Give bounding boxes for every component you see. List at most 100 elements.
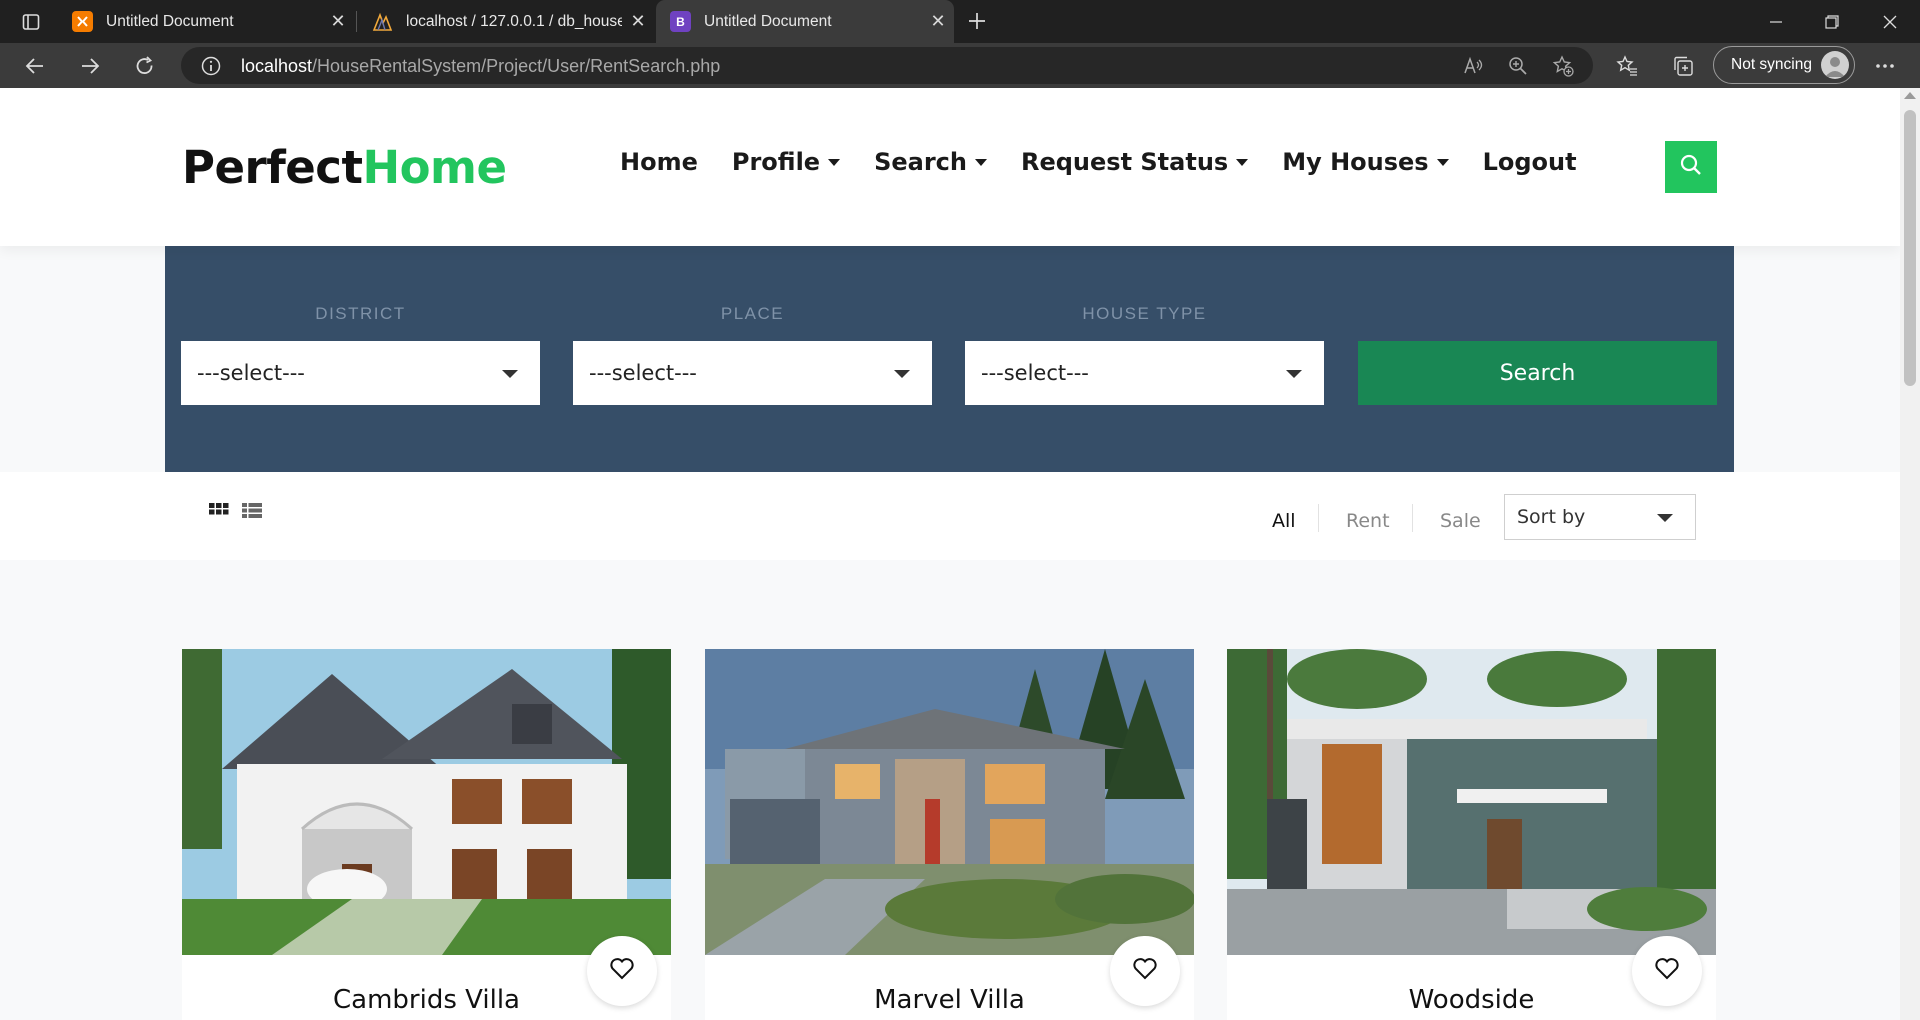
- chevron-down-icon: [828, 158, 841, 166]
- collections-icon[interactable]: [1668, 51, 1698, 81]
- nav-logout[interactable]: Logout: [1483, 148, 1577, 176]
- add-favorite-icon[interactable]: [1552, 55, 1574, 81]
- district-select[interactable]: ---select---: [181, 341, 540, 405]
- nav-home[interactable]: Home: [620, 148, 698, 176]
- property-name[interactable]: Woodside: [1227, 985, 1716, 1015]
- scrollbar-thumb[interactable]: [1904, 110, 1916, 386]
- nav-profile[interactable]: Profile: [731, 148, 841, 176]
- tab-title: Untitled Document: [704, 12, 832, 30]
- nav-my-houses[interactable]: My Houses: [1282, 148, 1449, 176]
- close-icon[interactable]: ✕: [622, 11, 654, 32]
- sync-label: Not syncing: [1731, 56, 1812, 73]
- restore-icon[interactable]: [1804, 0, 1860, 43]
- search-filter-panel: DISTRICT ---select--- PLACE ---select---…: [165, 246, 1734, 472]
- nav-request-status[interactable]: Request Status: [1020, 148, 1249, 176]
- new-tab-icon[interactable]: [962, 6, 992, 36]
- chevron-down-icon: [1286, 370, 1302, 378]
- read-aloud-icon[interactable]: [1463, 56, 1485, 80]
- divider: [1412, 504, 1413, 532]
- site-info-icon[interactable]: [201, 56, 221, 80]
- site-logo[interactable]: PerfectHome: [182, 141, 507, 194]
- logo-part-2: Home: [362, 141, 507, 194]
- chevron-down-icon: [894, 370, 910, 378]
- sort-by-select[interactable]: Sort by: [1504, 494, 1696, 540]
- url-host: localhost: [241, 56, 313, 76]
- window-close-icon[interactable]: [1862, 0, 1918, 43]
- header-search-button[interactable]: [1665, 141, 1717, 193]
- xampp-icon: [72, 11, 93, 32]
- heart-icon: [609, 957, 635, 985]
- web-page: PerfectHome Home Profile Search Request …: [0, 88, 1900, 1020]
- nav-home-label: Home: [620, 148, 698, 176]
- place-filter: PLACE: [573, 304, 932, 324]
- tab-actions-icon[interactable]: [16, 7, 46, 37]
- list-view-icon[interactable]: [242, 503, 262, 521]
- browser-tab-bar: Untitled Document ✕ localhost / 127.0.0.…: [0, 0, 1920, 43]
- nav-search[interactable]: Search: [874, 148, 987, 176]
- site-header: PerfectHome Home Profile Search Request …: [0, 88, 1900, 246]
- nav-logout-label: Logout: [1482, 148, 1577, 176]
- phpmyadmin-icon: [372, 11, 393, 32]
- property-photo: [1227, 649, 1716, 955]
- divider: [1318, 504, 1319, 532]
- nav-search-label: Search: [874, 148, 967, 176]
- browser-toolbar: localhost/HouseRentalSystem/Project/User…: [0, 43, 1920, 88]
- favorites-icon[interactable]: [1612, 51, 1642, 81]
- refresh-icon[interactable]: [130, 51, 160, 81]
- more-options-icon[interactable]: [1870, 51, 1900, 81]
- property-photo: [182, 649, 671, 955]
- property-card[interactable]: Marvel Villa: [705, 649, 1194, 1020]
- chevron-down-icon: [974, 158, 987, 166]
- filter-tab-sale[interactable]: Sale: [1440, 510, 1481, 532]
- bootstrap-icon: B: [670, 11, 691, 32]
- search-button[interactable]: Search: [1358, 341, 1717, 405]
- page-scrollbar[interactable]: [1900, 88, 1920, 1020]
- district-select-value: ---select---: [197, 361, 305, 385]
- property-card[interactable]: Woodside: [1227, 649, 1716, 1020]
- chevron-down-icon: [1657, 514, 1673, 522]
- zoom-icon[interactable]: [1508, 56, 1528, 80]
- place-select-value: ---select---: [589, 361, 697, 385]
- tab-title: localhost / 127.0.0.1 / db_housere: [406, 12, 622, 30]
- filter-tab-all[interactable]: All: [1272, 510, 1296, 532]
- profile-avatar-icon: [1821, 51, 1849, 79]
- district-label: DISTRICT: [315, 304, 406, 323]
- close-icon[interactable]: ✕: [322, 11, 354, 32]
- nav-my-houses-label: My Houses: [1282, 148, 1429, 176]
- grid-view-icon[interactable]: [209, 503, 229, 521]
- address-bar[interactable]: localhost/HouseRentalSystem/Project/User…: [181, 47, 1593, 84]
- heart-icon: [1132, 957, 1158, 985]
- sync-status-button[interactable]: Not syncing: [1713, 46, 1855, 84]
- logo-part-1: Perfect: [182, 141, 363, 194]
- house-type-label: HOUSE TYPE: [1082, 304, 1207, 323]
- scroll-up-icon[interactable]: [1904, 92, 1916, 99]
- chevron-down-icon: [1436, 158, 1449, 166]
- back-icon[interactable]: [20, 51, 50, 81]
- property-name[interactable]: Marvel Villa: [705, 985, 1194, 1015]
- place-label: PLACE: [720, 304, 785, 323]
- url-path: /HouseRentalSystem/Project/User/RentSear…: [312, 56, 721, 76]
- search-icon: [1679, 153, 1703, 181]
- listing-toolbar: All Rent Sale Sort by: [0, 472, 1900, 560]
- close-icon[interactable]: ✕: [922, 11, 954, 32]
- place-select[interactable]: ---select---: [573, 341, 932, 405]
- browser-tab-3[interactable]: B Untitled Document ✕: [656, 0, 954, 43]
- main-nav: Home Profile Search Request Status My Ho…: [620, 144, 1611, 180]
- browser-tab-2[interactable]: localhost / 127.0.0.1 / db_housere ✕: [358, 0, 654, 43]
- district-filter: DISTRICT: [181, 304, 540, 324]
- heart-icon: [1654, 957, 1680, 985]
- house-type-select[interactable]: ---select---: [965, 341, 1324, 405]
- chevron-down-icon: [502, 370, 518, 378]
- tab-title: Untitled Document: [106, 12, 234, 30]
- minimize-icon[interactable]: [1748, 0, 1804, 43]
- house-type-filter: HOUSE TYPE: [965, 304, 1324, 324]
- filter-tab-rent[interactable]: Rent: [1346, 510, 1390, 532]
- property-card[interactable]: Cambrids Villa: [182, 649, 671, 1020]
- property-name[interactable]: Cambrids Villa: [182, 985, 671, 1015]
- browser-tab-1[interactable]: Untitled Document ✕: [58, 0, 354, 43]
- sort-by-value: Sort by: [1517, 506, 1586, 528]
- forward-icon[interactable]: [75, 51, 105, 81]
- nav-request-status-label: Request Status: [1020, 148, 1229, 176]
- url-text: localhost/HouseRentalSystem/Project/User…: [241, 56, 720, 77]
- nav-profile-label: Profile: [731, 148, 821, 176]
